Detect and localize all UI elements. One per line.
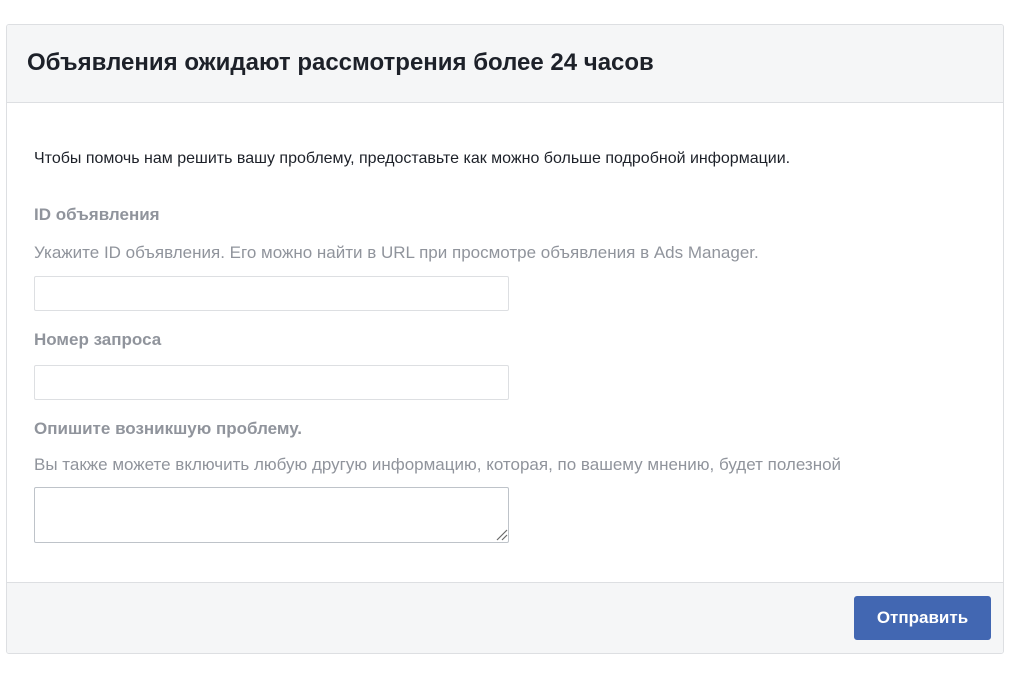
request-number-input[interactable] [34, 365, 509, 400]
request-number-label: Номер запроса [34, 330, 162, 349]
dialog-title: Объявления ожидают рассмотрения более 24… [27, 48, 654, 76]
support-dialog: Объявления ожидают рассмотрения более 24… [6, 24, 1004, 654]
resize-grip-icon[interactable] [494, 527, 508, 541]
ad-id-input[interactable] [34, 276, 509, 311]
dialog-header: Объявления ожидают рассмотрения более 24… [7, 25, 1003, 103]
intro-text: Чтобы помочь нам решить вашу проблему, п… [34, 150, 791, 167]
dialog-footer: Отправить [7, 582, 1003, 653]
ad-id-label: ID объявления [34, 205, 160, 224]
dialog-body: Чтобы помочь нам решить вашу проблему, п… [7, 103, 1003, 584]
submit-button[interactable]: Отправить [854, 596, 991, 640]
problem-textarea[interactable] [34, 487, 509, 543]
problem-help: Вы также можете включить любую другую ин… [34, 455, 842, 474]
problem-label: Опишите возникшую проблему. [34, 419, 302, 438]
ad-id-help: Укажите ID объявления. Его можно найти в… [34, 243, 759, 262]
